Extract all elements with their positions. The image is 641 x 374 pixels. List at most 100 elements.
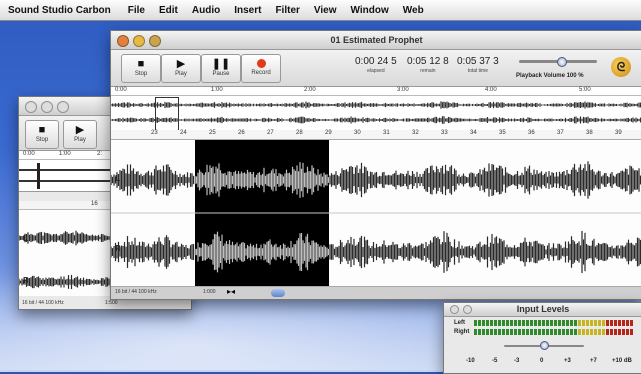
meter-segment: [554, 329, 557, 335]
zoom-arrows-icon[interactable]: ▸◂: [227, 287, 235, 296]
menu-window[interactable]: Window: [344, 5, 396, 16]
waveform-editor[interactable]: L R: [111, 140, 641, 286]
menu-insert[interactable]: Insert: [227, 5, 268, 16]
pause-icon: ❚❚: [211, 58, 231, 70]
meter-segment: [630, 320, 633, 326]
meter-segment: [490, 320, 493, 326]
back-status-format: 16 bit / 44 100 kHz: [22, 300, 64, 306]
meter-segment: [542, 320, 545, 326]
stereo-waveform: [111, 161, 641, 274]
overview-waveform: [111, 101, 641, 124]
meter-segment: [558, 320, 561, 326]
meter-segment: [582, 320, 585, 326]
play-button[interactable]: ▶ Play: [63, 120, 97, 149]
detail-tick-label: 37: [557, 130, 564, 136]
meter-segment: [582, 329, 585, 335]
meter-segment: [550, 320, 553, 326]
meter-segment: [530, 320, 533, 326]
main-document-window[interactable]: 01 Estimated Prophet ■ Stop ▶ Play ❚❚ Pa…: [110, 30, 641, 300]
play-button[interactable]: ▶ Play: [161, 54, 201, 83]
meter-segment: [526, 329, 529, 335]
meter-segment: [558, 329, 561, 335]
close-button[interactable]: [450, 305, 459, 314]
detail-tick-label: 26: [238, 130, 245, 136]
record-button[interactable]: Record: [241, 54, 281, 83]
meter-segment: [474, 320, 477, 326]
meter-segment: [618, 329, 621, 335]
zoom-button[interactable]: [149, 35, 161, 47]
meter-segment: [610, 329, 613, 335]
detail-tick-label: 38: [586, 130, 593, 136]
detail-tick-label: 35: [499, 130, 506, 136]
menu-edit[interactable]: Edit: [152, 5, 185, 16]
menu-web[interactable]: Web: [396, 5, 431, 16]
meter-segment: [502, 329, 505, 335]
meter-segment: [506, 329, 509, 335]
zoom-button[interactable]: [57, 101, 69, 113]
zoom-level: 1:000: [203, 289, 216, 295]
menu-audio[interactable]: Audio: [185, 5, 227, 16]
input-gain-knob[interactable]: [540, 341, 549, 350]
meter-segment: [522, 329, 525, 335]
meter-segment: [590, 329, 593, 335]
pause-button[interactable]: ❚❚ Pause: [201, 54, 241, 83]
meter-segment: [482, 329, 485, 335]
horizontal-scrollbar[interactable]: 16 bit / 44 100 kHz 1:000 ▸◂: [111, 286, 641, 299]
meter-segment: [626, 329, 629, 335]
meter-segment: [622, 320, 625, 326]
meter-segment: [514, 329, 517, 335]
detail-tick-label: 28: [296, 130, 303, 136]
meter-segment: [498, 320, 501, 326]
meter-segment: [526, 320, 529, 326]
meter-segment: [486, 320, 489, 326]
meter-segment: [570, 329, 573, 335]
meter-segment: [494, 329, 497, 335]
scrollbar-thumb[interactable]: [271, 289, 285, 297]
meter-segment: [574, 320, 577, 326]
close-button[interactable]: [25, 101, 37, 113]
meter-segment: [518, 320, 521, 326]
detail-tick-label: 27: [267, 130, 274, 136]
meter-segment: [630, 329, 633, 335]
detail-tick-label: 25: [209, 130, 216, 136]
input-levels-titlebar[interactable]: Input Levels: [444, 303, 641, 317]
minimize-button[interactable]: [133, 35, 145, 47]
stop-icon: ■: [137, 58, 145, 70]
meter-segment: [590, 320, 593, 326]
detail-tick-label: 34: [470, 130, 477, 136]
meter-segment: [574, 329, 577, 335]
overview-timeline[interactable]: 0:00 1:00 2:00 3:00 4:00 5:00: [111, 87, 641, 132]
app-menu[interactable]: Sound Studio Carbon: [0, 5, 121, 16]
meter-segment: [626, 320, 629, 326]
volume-slider-knob[interactable]: [557, 57, 567, 67]
meter-segment: [510, 320, 513, 326]
meter-segment: [566, 329, 569, 335]
meter-segment: [550, 329, 553, 335]
close-button[interactable]: [117, 35, 129, 47]
menu-view[interactable]: View: [307, 5, 344, 16]
input-levels-window[interactable]: Input Levels Left Right -10 -5 -3 0 +3 +…: [443, 302, 641, 374]
menu-file[interactable]: File: [121, 5, 152, 16]
minimize-button[interactable]: [41, 101, 53, 113]
overview-view-box[interactable]: [155, 97, 179, 131]
minimize-button[interactable]: [463, 305, 472, 314]
meter-segment: [570, 320, 573, 326]
meter-segment: [522, 320, 525, 326]
main-window-titlebar[interactable]: 01 Estimated Prophet: [111, 31, 641, 50]
meter-segment: [474, 329, 477, 335]
playback-volume-label: Playback Volume 100 %: [516, 73, 584, 79]
meter-segment: [498, 329, 501, 335]
overview-ruler: 0:00 1:00 2:00 3:00 4:00 5:00: [111, 87, 641, 96]
meter-segment: [578, 320, 581, 326]
meter-segment: [542, 329, 545, 335]
meter-segment: [598, 329, 601, 335]
stop-button[interactable]: ■ Stop: [25, 120, 59, 149]
menu-filter[interactable]: Filter: [268, 5, 306, 16]
detail-tick-label: 31: [383, 130, 390, 136]
remain-time: 0:05 12 8 remain: [407, 56, 449, 74]
meter-segment: [486, 329, 489, 335]
meter-segment: [538, 320, 541, 326]
stop-button[interactable]: ■ Stop: [121, 54, 161, 83]
meter-segment: [586, 320, 589, 326]
meter-segment: [562, 320, 565, 326]
